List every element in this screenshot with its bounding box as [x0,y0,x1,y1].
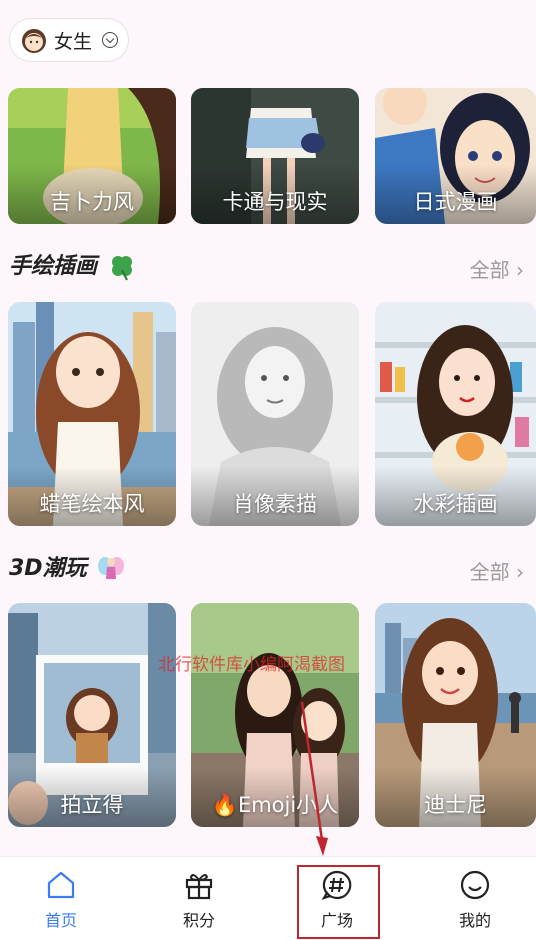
card-label: 日式漫画 [413,190,498,214]
chevron-right-icon: › [509,258,524,282]
tab-points-label: 积分 [182,911,215,930]
style-card-disney[interactable]: 迪士尼 [375,603,536,827]
style-card-sketch[interactable]: 肖像素描 [191,302,359,526]
tab-home[interactable]: 首页 [21,857,101,940]
style-card-manga[interactable]: 日式漫画 [375,88,536,224]
style-card-crayon[interactable]: 蜡笔绘本风 [8,302,176,526]
card-label: 迪士尼 [424,793,487,817]
card-label: 肖像素描 [233,492,317,516]
gift-icon [185,874,213,900]
see-all-3d[interactable]: 全部 › [470,556,524,585]
fairy-icon [98,557,125,579]
card-label: 卡通与现实 [222,190,328,214]
highlight-box [297,865,380,939]
girl-avatar-icon [22,29,46,53]
style-card-polaroid[interactable]: 拍立得 [8,603,176,827]
tab-points[interactable]: 积分 [159,857,239,940]
bottom-tab-bar: 首页 积分 广场 我的 [0,856,536,940]
home-icon [47,871,75,899]
card-label: 蜡笔绘本风 [39,492,145,516]
style-card-watercolor[interactable]: 水彩插画 [375,302,536,526]
style-card-cartoon-real[interactable]: 卡通与现实 [191,88,359,224]
section-title-handdrawn: 手绘插画 [9,248,137,282]
tab-mine-label: 我的 [458,911,491,930]
chevron-down-icon [102,32,119,48]
tab-mine[interactable]: 我的 [435,857,515,940]
clover-icon [111,256,132,281]
tab-home-label: 首页 [44,911,77,930]
chevron-right-icon: › [509,560,524,584]
watermark-text: 北行软件库小编阿渴截图 [158,655,345,675]
annotation-arrow [300,701,328,856]
see-all-handdrawn[interactable]: 全部 › [470,254,524,283]
section-title-3d: 3D潮玩 [9,550,126,584]
card-label: 吉卜力风 [50,190,134,214]
gender-selector[interactable]: 女生 [9,18,129,62]
card-label: 拍立得 [60,793,124,817]
style-card-ghibli[interactable]: 吉卜力风 [8,88,176,224]
gender-label: 女生 [54,30,93,53]
card-label: 水彩插画 [413,492,498,516]
smile-icon [460,870,490,900]
